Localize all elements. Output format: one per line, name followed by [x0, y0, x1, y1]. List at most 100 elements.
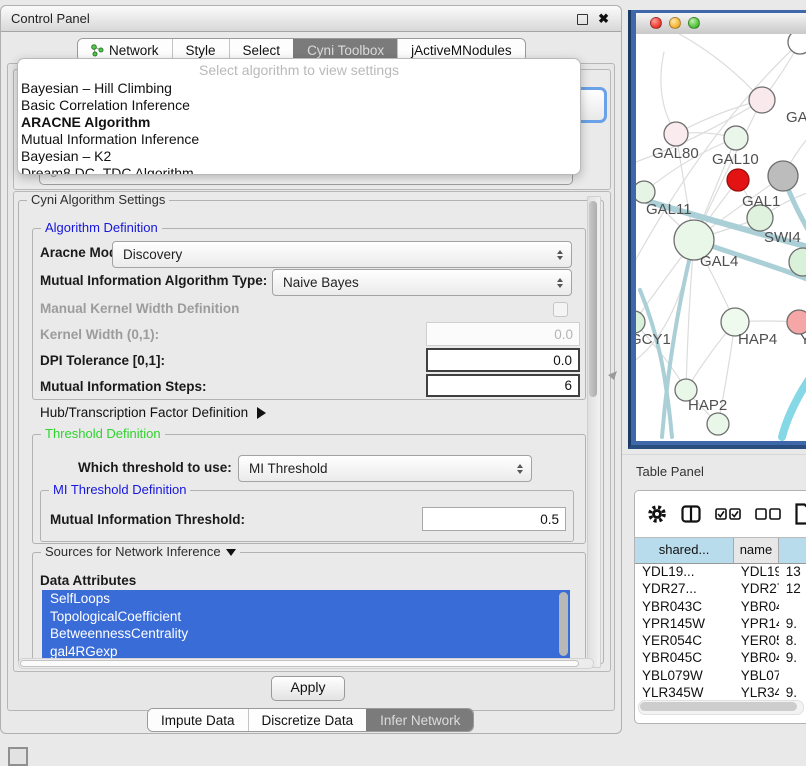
table-cell: YLR345W [734, 684, 779, 699]
network-edge [676, 100, 762, 134]
dpi-tolerance-field[interactable] [426, 348, 580, 372]
table-row[interactable]: YLR345WYLR345W9. [635, 684, 806, 699]
mi-steps-field[interactable] [426, 374, 580, 397]
network-node-GAL10[interactable] [724, 126, 748, 150]
table-cell: YLR345W [635, 684, 734, 699]
combo-stepper-icon [552, 278, 568, 288]
panel-divider [622, 454, 806, 455]
algorithm-option-dream8-dc-tdc-algorithm[interactable]: Dream8 DC_TDC Algorithm [18, 165, 580, 175]
close-traffic-light[interactable] [650, 17, 662, 29]
network-node-red[interactable] [727, 169, 749, 191]
algorithm-option-mutual-information-inference[interactable]: Mutual Information Inference [18, 131, 580, 148]
dropdown-placeholder: Select algorithm to view settings [18, 62, 580, 80]
table-row[interactable]: YDR27...YDR27...12 [635, 580, 806, 597]
mi-type-label: Mutual Information Algorithm Type: [40, 273, 267, 288]
table-panel-window: shared...name YDL19...YDL19...13YDR27...… [634, 490, 806, 724]
scrollbar-thumb[interactable] [589, 201, 597, 397]
bottom-tab-bar: Impute Data Discretize DataInfer Network [147, 708, 474, 732]
tab-label: Impute Data [161, 713, 235, 728]
table-row[interactable]: YBR043CYBR043C [635, 598, 806, 615]
float-panel-icon[interactable] [577, 14, 588, 25]
network-canvas[interactable]: GALGAL80GAL10GAL1GAL11SWI4GAL4GCY1HAP4YH… [636, 34, 806, 441]
node-label-GCY1: GCY1 [636, 331, 671, 348]
attribute-item-selfloops[interactable]: SelfLoops [42, 590, 570, 608]
algorithm-option-bayesian-k2[interactable]: Bayesian – K2 [18, 148, 580, 165]
bottom-tab-infer-network[interactable]: Infer Network [366, 709, 473, 731]
mi-threshold-group-title: MI Threshold Definition [49, 482, 190, 497]
table-row[interactable]: YBR045CYBR045C9. [635, 649, 806, 666]
table-cell: 13 [779, 563, 806, 580]
which-threshold-combo[interactable]: MI Threshold [238, 455, 532, 482]
node-label-GAL4: GAL4 [700, 253, 738, 270]
table-cell: YPR145W [635, 615, 734, 632]
network-node-GAL11[interactable] [636, 181, 655, 203]
mi-type-combo[interactable]: Naive Bayes [272, 269, 572, 296]
table-cell: YPR145W [734, 615, 779, 632]
data-attributes-label: Data Attributes [40, 573, 136, 588]
column-header-name[interactable]: name [734, 538, 779, 563]
threshold-definition-title: Threshold Definition [41, 426, 165, 441]
close-icon[interactable]: ✖ [598, 10, 609, 27]
mi-threshold-field[interactable] [422, 507, 566, 531]
network-edge [640, 290, 672, 437]
table-body: YDL19...YDL19...13YDR27...YDR27...12YBR0… [635, 563, 806, 699]
minimize-traffic-light[interactable] [669, 17, 681, 29]
aracne-mode-combo[interactable]: Discovery [112, 241, 572, 268]
data-attributes-list[interactable]: SelfLoopsTopologicalCoefficientBetweenne… [42, 590, 570, 660]
control-panel-window: Control Panel ✖ NetworkStyleSelectCyni T… [0, 5, 622, 734]
split-columns-icon[interactable] [681, 505, 701, 523]
table-row[interactable]: YDL19...YDL19...13 [635, 563, 806, 580]
document-icon[interactable] [795, 503, 806, 525]
table-cell [779, 667, 806, 684]
manual-kernel-label: Manual Kernel Width Definition [40, 301, 239, 316]
kernel-width-label: Kernel Width (0,1): [40, 327, 159, 342]
unselect-all-columns-icon[interactable] [755, 508, 781, 521]
select-all-columns-icon[interactable] [715, 508, 741, 521]
table-cell: YER054C [635, 632, 734, 649]
column-header-partial[interactable] [779, 538, 806, 563]
algorithm-option-aracne-algorithm[interactable]: ARACNE Algorithm [18, 114, 580, 131]
bottom-tab-impute-data[interactable]: Impute Data [148, 709, 248, 731]
hub-definition-expander[interactable]: Hub/Transcription Factor Definition [40, 405, 266, 420]
network-icon [91, 44, 104, 57]
attribute-item-topologicalcoefficient[interactable]: TopologicalCoefficient [42, 608, 570, 626]
node-label-GAL80: GAL80 [652, 145, 699, 162]
which-threshold-value: MI Threshold [239, 461, 512, 476]
zoom-traffic-light[interactable] [688, 17, 700, 29]
algorithm-option-basic-correlation-inference[interactable]: Basic Correlation Inference [18, 97, 580, 114]
sources-group-title[interactable]: Sources for Network Inference [41, 544, 240, 559]
table-horizontal-scrollbar[interactable] [638, 700, 804, 715]
table-row[interactable]: YER054CYER054C8. [635, 632, 806, 649]
table-row[interactable]: YBL079WYBL079W [635, 667, 806, 684]
bottom-tab-discretize-data[interactable]: Discretize Data [248, 709, 367, 731]
network-node-pink-top[interactable] [749, 87, 775, 113]
network-window-titlebar [636, 13, 806, 35]
scrollbar-thumb[interactable] [640, 702, 797, 711]
table-row[interactable]: YPR145WYPR145W9. [635, 615, 806, 632]
network-node-bottom-partial[interactable] [707, 413, 729, 435]
attribute-item-betweennesscentrality[interactable]: BetweennessCentrality [42, 625, 570, 643]
table-cell: 12 [779, 580, 806, 597]
scrollbar-thumb[interactable] [20, 660, 579, 667]
network-edge [782, 372, 806, 437]
settings-vertical-scrollbar[interactable] [587, 196, 601, 668]
node-label-SWI4: SWI4 [764, 229, 801, 246]
node-label-GAL11: GAL11 [646, 201, 692, 218]
settings-horizontal-scrollbar[interactable] [18, 658, 594, 669]
algorithm-option-bayesian-hill-climbing[interactable]: Bayesian – Hill Climbing [18, 80, 580, 97]
apply-button[interactable]: Apply [271, 676, 345, 701]
node-label-GAL: GAL [786, 109, 806, 126]
network-node-GCY1[interactable] [636, 311, 645, 333]
network-edge [672, 34, 762, 100]
control-panel-titlebar: Control Panel ✖ [1, 6, 621, 32]
cyni-algorithm-settings-panel: Cyni Algorithm Settings Algorithm Defini… [13, 191, 611, 672]
gear-icon[interactable] [647, 504, 667, 524]
network-node-GAL80[interactable] [664, 122, 688, 146]
kernel-width-field [426, 322, 580, 346]
network-node-gray[interactable] [768, 161, 798, 191]
column-header-shared...[interactable]: shared... [635, 538, 734, 563]
hub-definition-label: Hub/Transcription Factor Definition [40, 405, 248, 420]
attributes-scrollbar[interactable] [559, 592, 568, 656]
table-cell [779, 598, 806, 615]
collapsed-panel-button[interactable] [8, 747, 28, 766]
